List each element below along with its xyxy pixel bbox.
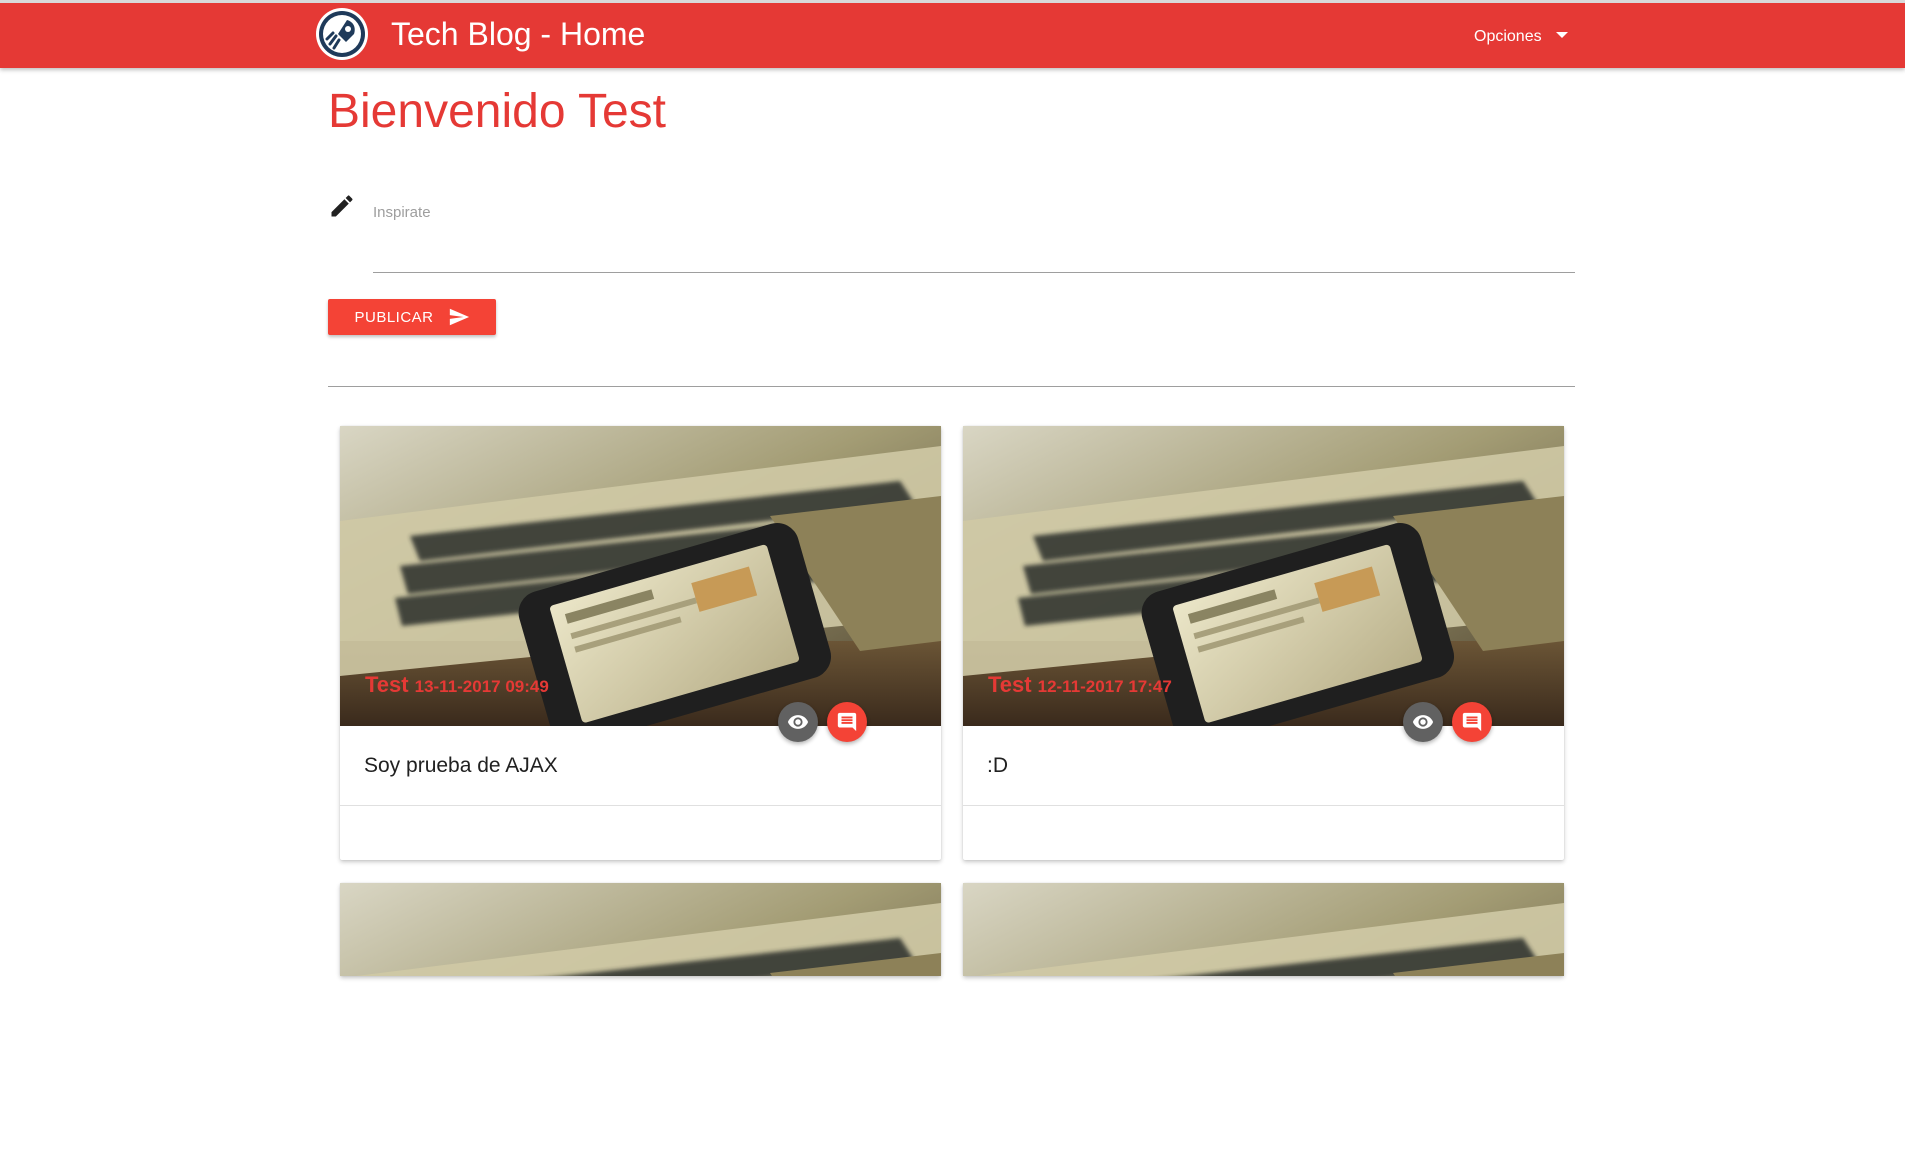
- post-image: [963, 883, 1564, 976]
- post-image: [340, 883, 941, 976]
- comment-button[interactable]: [827, 702, 867, 742]
- post-card: [963, 883, 1564, 976]
- publish-button[interactable]: PUBLICAR: [328, 299, 496, 335]
- rocket-logo-icon[interactable]: [316, 8, 368, 60]
- post-text: Soy prueba de AJAX: [364, 754, 558, 777]
- post-meta: [988, 1129, 994, 1155]
- publish-label: PUBLICAR: [354, 308, 434, 326]
- caret-down-icon: [1555, 31, 1568, 38]
- comment-icon: [837, 712, 857, 732]
- post-meta: Test 12-11-2017 17:47: [988, 672, 1172, 698]
- card-divider: [963, 805, 1564, 806]
- card-divider: [340, 805, 941, 806]
- post-author: Test: [988, 672, 1032, 697]
- post-meta: Test 13-11-2017 09:49: [365, 672, 549, 698]
- view-button[interactable]: [1403, 702, 1443, 742]
- post-date: 12-11-2017 17:47: [1037, 677, 1172, 696]
- post-card: Test 12-11-2017 17:47 :D: [963, 426, 1564, 860]
- divider: [328, 386, 1575, 387]
- post-text: :D: [987, 754, 1008, 777]
- view-button[interactable]: [778, 702, 818, 742]
- post-card: [340, 883, 941, 976]
- comment-button[interactable]: [1452, 702, 1492, 742]
- eye-icon: [1412, 715, 1434, 729]
- post-date: 13-11-2017 09:49: [414, 677, 549, 696]
- eye-icon: [787, 715, 809, 729]
- options-label: Opciones: [1474, 28, 1542, 45]
- comment-icon: [1462, 712, 1482, 732]
- send-icon: [449, 308, 469, 326]
- options-dropdown[interactable]: Opciones: [1474, 23, 1568, 51]
- navbar: Tech Blog - Home Opciones: [0, 0, 1905, 68]
- post-author: Test: [365, 672, 409, 697]
- welcome-heading: Bienvenido Test: [328, 85, 667, 138]
- inspire-label: Inspirate: [373, 204, 431, 221]
- post-card: Test 13-11-2017 09:49 Soy prueba de AJAX: [340, 426, 941, 860]
- site-title[interactable]: Tech Blog - Home: [391, 14, 645, 54]
- inspire-input[interactable]: [373, 226, 1575, 273]
- post-meta: [365, 1129, 371, 1155]
- pencil-icon: [331, 195, 353, 217]
